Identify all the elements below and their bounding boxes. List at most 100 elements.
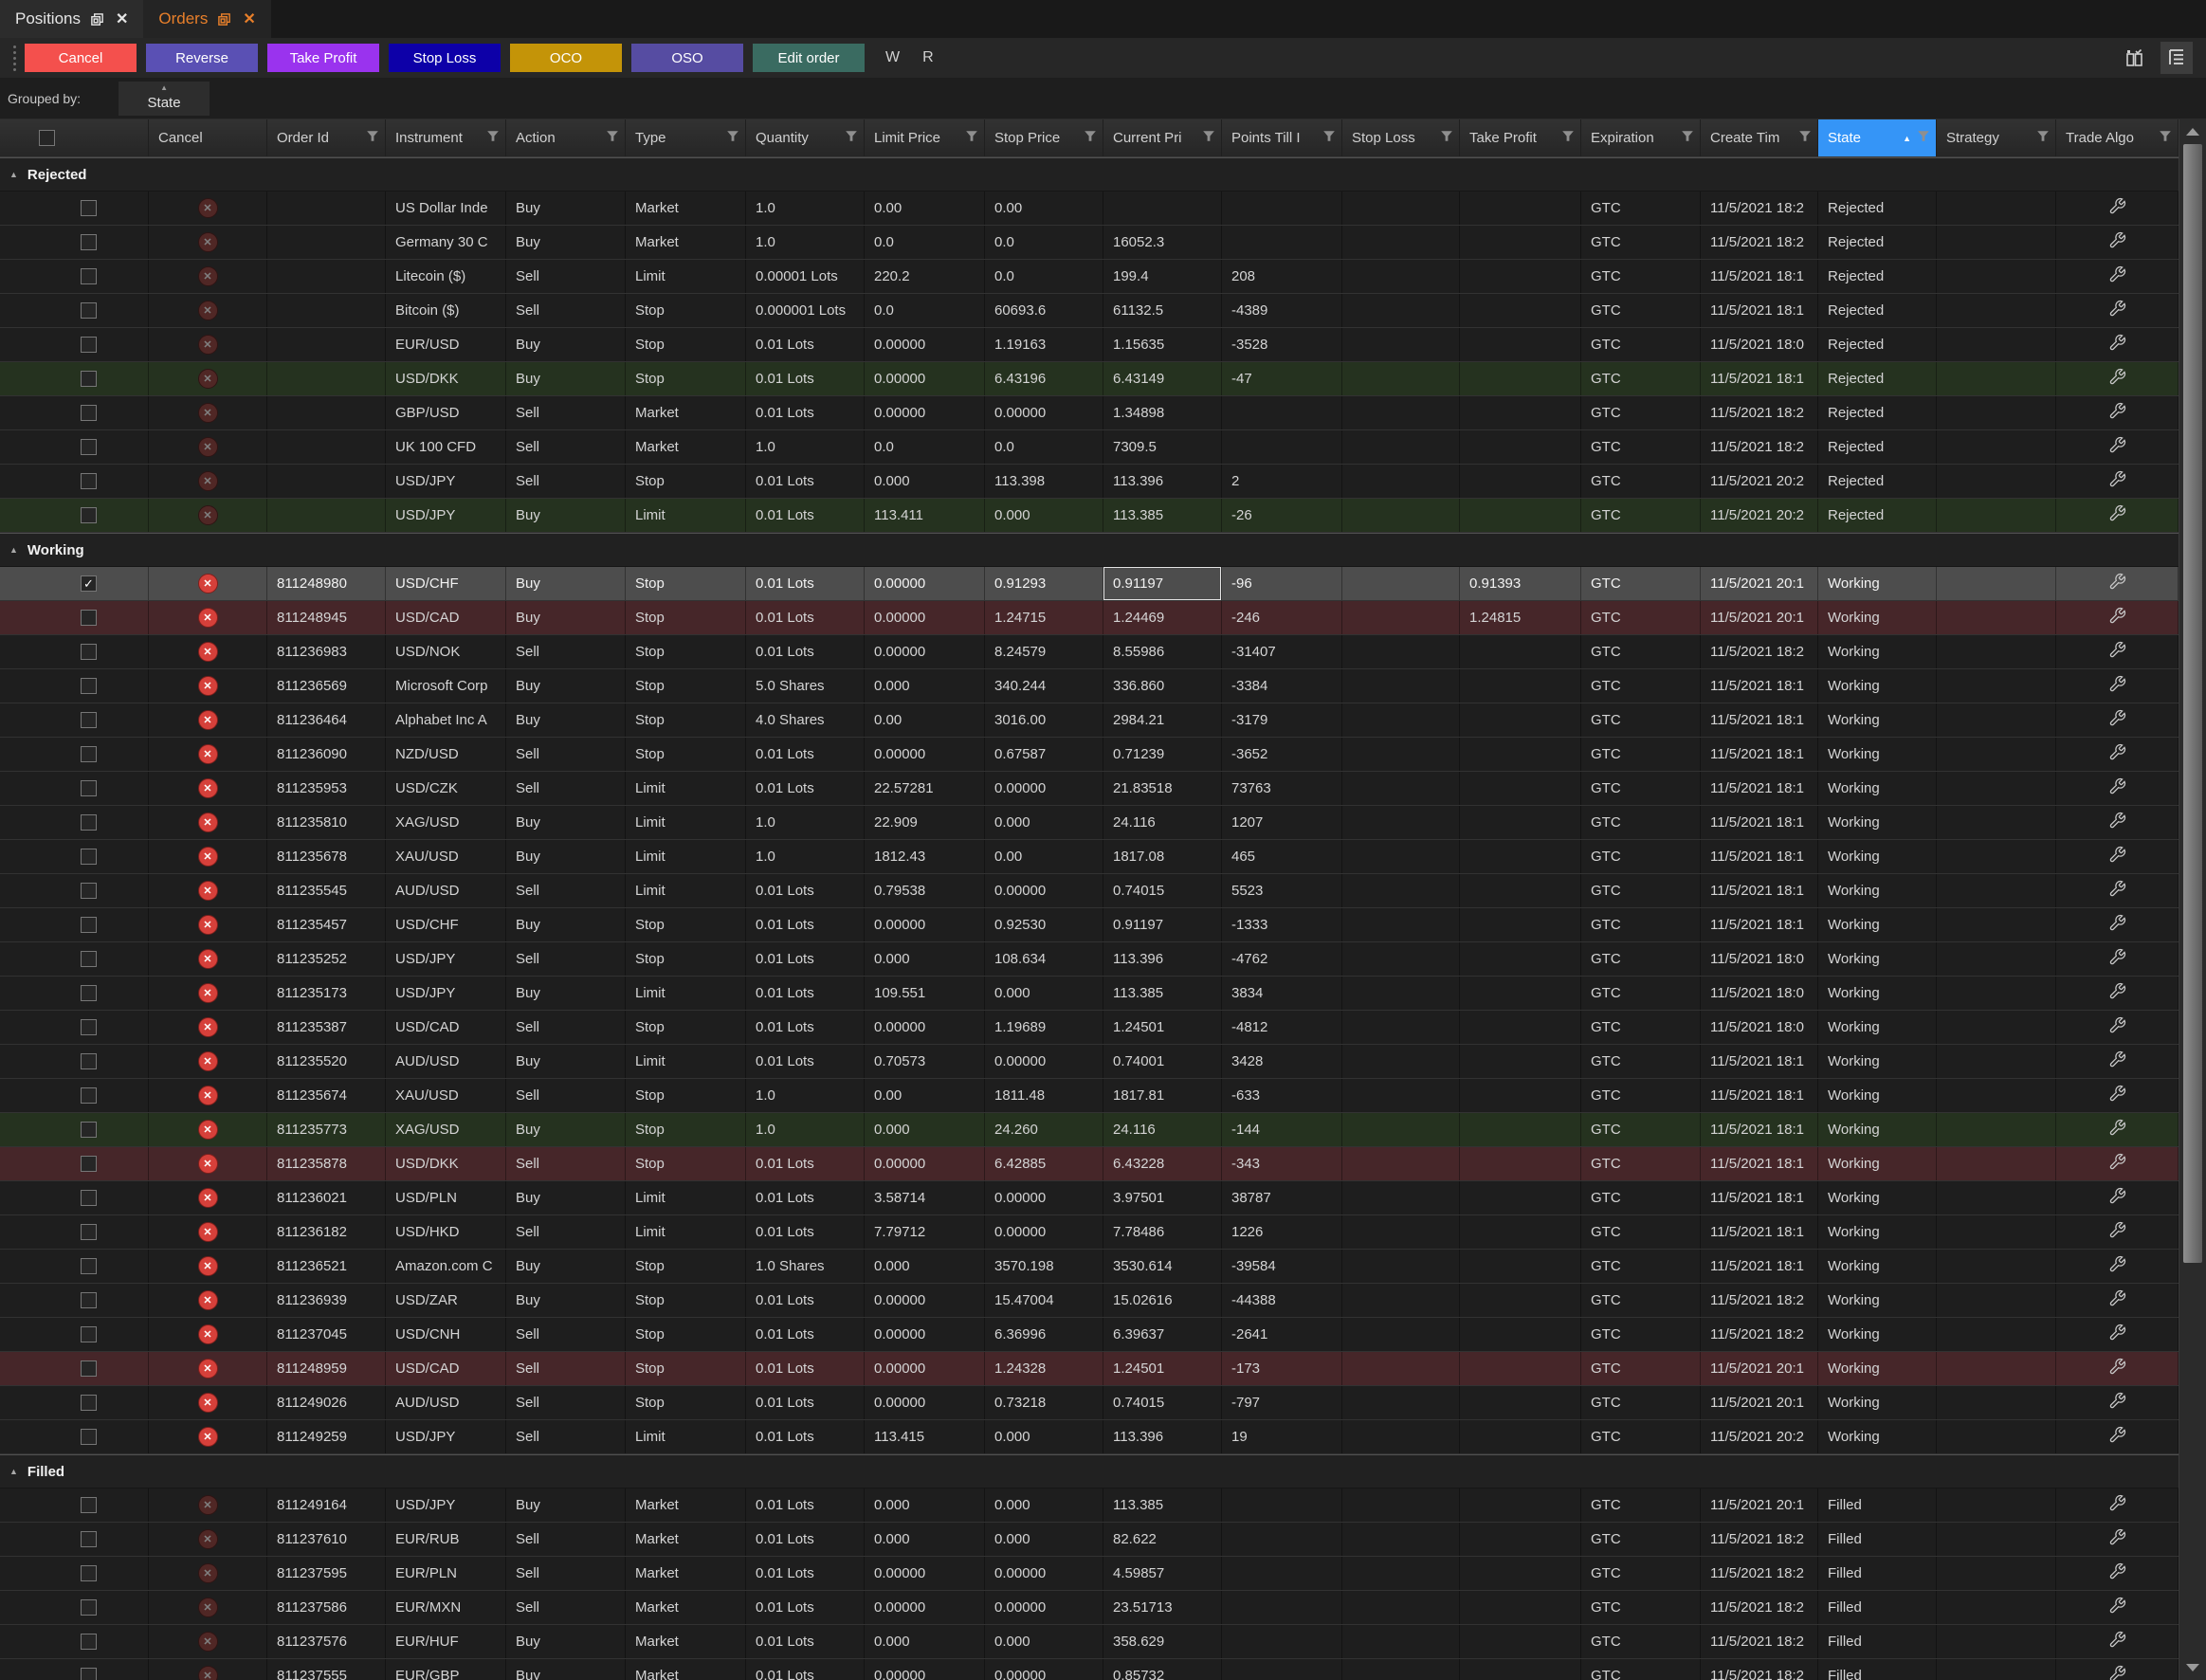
cell-limit_price[interactable]: 22.909 — [865, 806, 985, 839]
filter-icon[interactable] — [606, 130, 619, 146]
row-checkbox[interactable]: ✓ — [81, 575, 97, 592]
wrench-icon[interactable] — [2108, 812, 2126, 833]
cell-order_id[interactable]: 811235773 — [267, 1113, 386, 1146]
cell-points[interactable] — [1222, 396, 1342, 429]
cell-action[interactable]: Sell — [506, 1557, 626, 1590]
cancel-order-icon[interactable]: ✕ — [198, 1290, 218, 1310]
cell-stop_loss[interactable] — [1342, 1659, 1460, 1680]
cell-stop_price[interactable]: 1.24328 — [985, 1352, 1103, 1385]
cell-points[interactable] — [1222, 1659, 1342, 1680]
cell-stop_loss[interactable] — [1342, 499, 1460, 532]
wrench-icon[interactable] — [2108, 197, 2126, 219]
cell-stop_price[interactable]: 1811.48 — [985, 1079, 1103, 1112]
cell-trade_algo[interactable] — [2056, 977, 2179, 1010]
cell-strategy[interactable] — [1937, 1250, 2056, 1283]
cell-cancel[interactable]: ✕ — [149, 430, 267, 464]
group-header-filled[interactable]: ▲Filled — [0, 1454, 2179, 1488]
cell-current_price[interactable]: 7.78486 — [1103, 1215, 1222, 1249]
cell-order_id[interactable]: 811236090 — [267, 738, 386, 771]
cell-stop_price[interactable]: 0.000 — [985, 977, 1103, 1010]
wrench-icon[interactable] — [2108, 914, 2126, 936]
cell-limit_price[interactable]: 22.57281 — [865, 772, 985, 805]
cell-state[interactable]: Rejected — [1818, 499, 1937, 532]
cell-stop_loss[interactable] — [1342, 1523, 1460, 1556]
cell-cancel[interactable]: ✕ — [149, 738, 267, 771]
cell-quantity[interactable]: 0.000001 Lots — [746, 294, 865, 327]
cell-stop_price[interactable]: 0.0 — [985, 260, 1103, 293]
cell-stop_loss[interactable] — [1342, 806, 1460, 839]
cell-select[interactable] — [29, 328, 149, 361]
cell-limit_price[interactable]: 0.00 — [865, 703, 985, 737]
cell-cancel[interactable]: ✕ — [149, 362, 267, 395]
cell-quantity[interactable]: 1.0 — [746, 192, 865, 225]
row-checkbox[interactable] — [81, 746, 97, 762]
cell-stop_loss[interactable] — [1342, 1625, 1460, 1658]
vertical-scrollbar[interactable] — [2179, 119, 2206, 1680]
collapse-icon[interactable]: ▲ — [9, 170, 18, 179]
cell-trade_algo[interactable] — [2056, 1215, 2179, 1249]
cancel-order-icon[interactable]: ✕ — [198, 608, 218, 628]
cell-strategy[interactable] — [1937, 1113, 2056, 1146]
cell-stop_price[interactable]: 0.000 — [985, 1488, 1103, 1522]
cell-quantity[interactable]: 0.01 Lots — [746, 1420, 865, 1453]
cancel-order-icon[interactable]: ✕ — [198, 1427, 218, 1447]
cell-strategy[interactable] — [1937, 703, 2056, 737]
cell-expiration[interactable]: GTC — [1581, 977, 1701, 1010]
cell-stop_price[interactable]: 0.000 — [985, 1625, 1103, 1658]
cell-expiration[interactable]: GTC — [1581, 1557, 1701, 1590]
cell-take_profit[interactable] — [1460, 1659, 1581, 1680]
wrench-icon[interactable] — [2108, 1358, 2126, 1379]
filter-icon[interactable] — [1917, 130, 1930, 146]
cell-trade_algo[interactable] — [2056, 430, 2179, 464]
cell-order_id[interactable] — [267, 294, 386, 327]
cell-type[interactable]: Limit — [626, 1420, 746, 1453]
cell-instrument[interactable]: XAG/USD — [386, 1113, 506, 1146]
cell-order_id[interactable]: 811235878 — [267, 1147, 386, 1180]
cell-expiration[interactable]: GTC — [1581, 1488, 1701, 1522]
cell-stop_loss[interactable] — [1342, 1420, 1460, 1453]
wrench-icon[interactable] — [2108, 1494, 2126, 1516]
row-checkbox[interactable] — [81, 1019, 97, 1035]
cell-action[interactable]: Sell — [506, 772, 626, 805]
cell-points[interactable] — [1222, 1591, 1342, 1624]
cell-create_time[interactable]: 11/5/2021 18:2 — [1701, 430, 1818, 464]
cell-order_id[interactable] — [267, 396, 386, 429]
row-checkbox[interactable] — [81, 1258, 97, 1274]
cancel-order-icon[interactable]: ✕ — [198, 710, 218, 730]
cell-select[interactable] — [29, 1659, 149, 1680]
cell-current_price[interactable]: 7309.5 — [1103, 430, 1222, 464]
cell-current_price[interactable]: 0.71239 — [1103, 738, 1222, 771]
cell-create_time[interactable]: 11/5/2021 18:1 — [1701, 806, 1818, 839]
cancel-order-icon[interactable]: ✕ — [198, 915, 218, 935]
column-header-instrument[interactable]: Instrument — [386, 119, 506, 156]
cell-strategy[interactable] — [1937, 669, 2056, 703]
cell-create_time[interactable]: 11/5/2021 18:2 — [1701, 1284, 1818, 1317]
row-checkbox[interactable] — [81, 1565, 97, 1581]
cell-take_profit[interactable] — [1460, 362, 1581, 395]
cell-points[interactable]: -633 — [1222, 1079, 1342, 1112]
cell-points[interactable]: -31407 — [1222, 635, 1342, 668]
toolbar-drag-handle-icon[interactable] — [0, 46, 25, 71]
cell-create_time[interactable]: 11/5/2021 18:2 — [1701, 1659, 1818, 1680]
column-header-cancel[interactable]: Cancel — [149, 119, 267, 156]
cell-select[interactable] — [29, 840, 149, 873]
cell-select[interactable] — [29, 669, 149, 703]
cell-instrument[interactable]: NZD/USD — [386, 738, 506, 771]
cell-take_profit[interactable] — [1460, 874, 1581, 907]
cell-state[interactable]: Working — [1818, 1113, 1937, 1146]
cell-instrument[interactable]: Germany 30 C — [386, 226, 506, 259]
cell-instrument[interactable]: XAU/USD — [386, 840, 506, 873]
cell-trade_algo[interactable] — [2056, 1523, 2179, 1556]
cell-trade_algo[interactable] — [2056, 1181, 2179, 1214]
cell-select[interactable] — [29, 772, 149, 805]
cell-state[interactable]: Working — [1818, 977, 1937, 1010]
cancel-order-icon[interactable]: ✕ — [198, 1632, 218, 1652]
cell-type[interactable]: Market — [626, 1625, 746, 1658]
cell-select[interactable] — [29, 908, 149, 941]
cell-trade_algo[interactable] — [2056, 874, 2179, 907]
cell-quantity[interactable]: 0.01 Lots — [746, 567, 865, 600]
cell-trade_algo[interactable] — [2056, 908, 2179, 941]
cell-current_price[interactable]: 15.02616 — [1103, 1284, 1222, 1317]
cell-order_id[interactable]: 811237576 — [267, 1625, 386, 1658]
cell-create_time[interactable]: 11/5/2021 18:2 — [1701, 192, 1818, 225]
